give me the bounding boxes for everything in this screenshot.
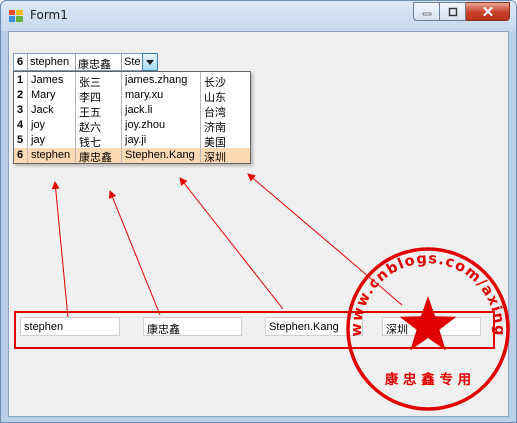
star-icon (399, 296, 457, 351)
seal-stamp: www.cnblogs.com/axing 康 忠 鑫 专 用 (346, 247, 510, 411)
stamp-bottom-text: 康 忠 鑫 专 用 (385, 371, 471, 388)
